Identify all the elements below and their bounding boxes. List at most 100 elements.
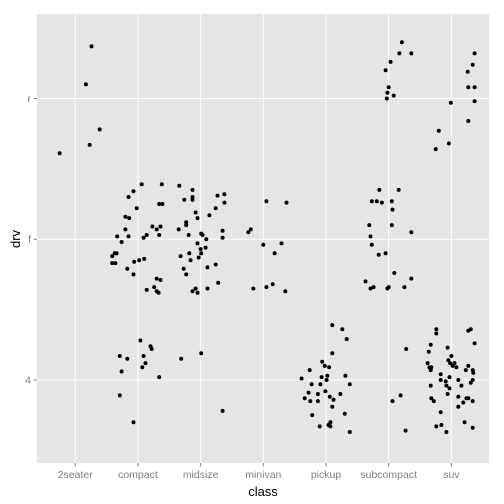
data-point bbox=[186, 233, 191, 237]
data-point bbox=[472, 341, 477, 346]
data-point bbox=[325, 373, 330, 378]
scatter-chart: 2seater compact midsize minivan pickup subcom… bbox=[8, 14, 489, 499]
data-point bbox=[310, 413, 315, 418]
x-tick-label: compact bbox=[118, 469, 158, 481]
data-point bbox=[383, 251, 388, 256]
data-point bbox=[398, 393, 403, 398]
data-point bbox=[190, 187, 195, 192]
data-point bbox=[140, 365, 145, 370]
data-point bbox=[447, 375, 452, 380]
data-point bbox=[342, 411, 347, 416]
data-point bbox=[343, 373, 348, 378]
data-point bbox=[126, 195, 131, 199]
data-point bbox=[330, 404, 335, 409]
data-point bbox=[220, 228, 225, 233]
data-point bbox=[472, 99, 477, 104]
x-tick-label: subcompact bbox=[360, 469, 417, 481]
data-point bbox=[131, 272, 136, 277]
x-axis-title: class bbox=[248, 484, 278, 499]
data-point bbox=[444, 430, 449, 434]
data-point bbox=[157, 375, 162, 380]
data-point bbox=[144, 287, 149, 292]
data-point bbox=[470, 399, 475, 404]
data-point bbox=[443, 379, 448, 384]
data-point bbox=[142, 256, 147, 261]
data-point bbox=[193, 286, 198, 291]
data-point bbox=[466, 363, 471, 368]
data-point bbox=[448, 100, 453, 105]
data-point bbox=[144, 233, 149, 237]
data-point bbox=[444, 383, 449, 388]
data-point bbox=[119, 369, 124, 374]
data-point bbox=[110, 254, 115, 259]
data-point bbox=[204, 237, 209, 242]
data-point bbox=[134, 206, 139, 211]
x-tick-label: suv bbox=[443, 469, 460, 481]
data-point bbox=[199, 351, 204, 356]
data-point bbox=[131, 420, 136, 425]
data-point bbox=[404, 347, 409, 351]
data-point bbox=[246, 230, 251, 235]
data-point bbox=[97, 127, 102, 132]
data-point bbox=[184, 272, 189, 277]
data-point bbox=[470, 425, 475, 430]
data-point bbox=[222, 200, 227, 205]
data-point bbox=[449, 354, 454, 358]
data-point bbox=[431, 399, 436, 404]
data-point bbox=[374, 199, 379, 204]
data-point bbox=[154, 276, 159, 281]
data-point bbox=[203, 245, 208, 250]
data-point bbox=[389, 223, 394, 228]
data-point bbox=[215, 193, 220, 198]
data-point bbox=[363, 279, 368, 284]
data-point bbox=[114, 251, 119, 256]
x-tick-label: minivan bbox=[245, 469, 281, 481]
data-point bbox=[123, 227, 128, 232]
data-point bbox=[330, 351, 335, 356]
data-point bbox=[323, 389, 328, 394]
data-point bbox=[319, 375, 324, 380]
data-point bbox=[428, 342, 433, 347]
data-point bbox=[462, 420, 467, 425]
data-point bbox=[376, 252, 381, 257]
data-point bbox=[317, 424, 322, 429]
data-point bbox=[117, 393, 122, 398]
data-point bbox=[369, 242, 374, 247]
data-point bbox=[315, 399, 320, 404]
data-point bbox=[338, 392, 343, 396]
y-tick-label: 4 bbox=[25, 374, 31, 386]
data-point bbox=[182, 197, 187, 202]
data-point bbox=[308, 399, 313, 404]
data-point bbox=[150, 224, 155, 229]
data-point bbox=[284, 200, 289, 205]
data-point bbox=[391, 93, 396, 98]
y-tick-label: r bbox=[28, 93, 32, 105]
data-point bbox=[379, 200, 384, 205]
data-point bbox=[57, 151, 62, 156]
data-point bbox=[176, 227, 181, 232]
data-point bbox=[389, 199, 394, 204]
data-point bbox=[200, 233, 205, 237]
data-point bbox=[472, 85, 477, 90]
data-point bbox=[445, 345, 450, 350]
data-point bbox=[309, 382, 314, 387]
data-point bbox=[471, 370, 476, 375]
data-point bbox=[159, 182, 164, 187]
data-point bbox=[327, 365, 332, 370]
data-point bbox=[126, 234, 131, 239]
data-point bbox=[160, 202, 165, 206]
y-tick-label: f bbox=[28, 234, 31, 246]
data-point bbox=[438, 372, 443, 377]
data-point bbox=[385, 90, 390, 95]
data-point bbox=[470, 62, 475, 67]
data-point bbox=[138, 338, 143, 343]
data-point bbox=[347, 430, 352, 434]
data-point bbox=[403, 428, 408, 433]
data-point bbox=[465, 69, 470, 74]
data-point bbox=[377, 187, 382, 192]
data-point bbox=[283, 289, 288, 294]
data-point bbox=[454, 365, 459, 370]
data-point bbox=[347, 382, 352, 387]
data-point bbox=[123, 214, 128, 219]
data-point bbox=[322, 363, 327, 368]
